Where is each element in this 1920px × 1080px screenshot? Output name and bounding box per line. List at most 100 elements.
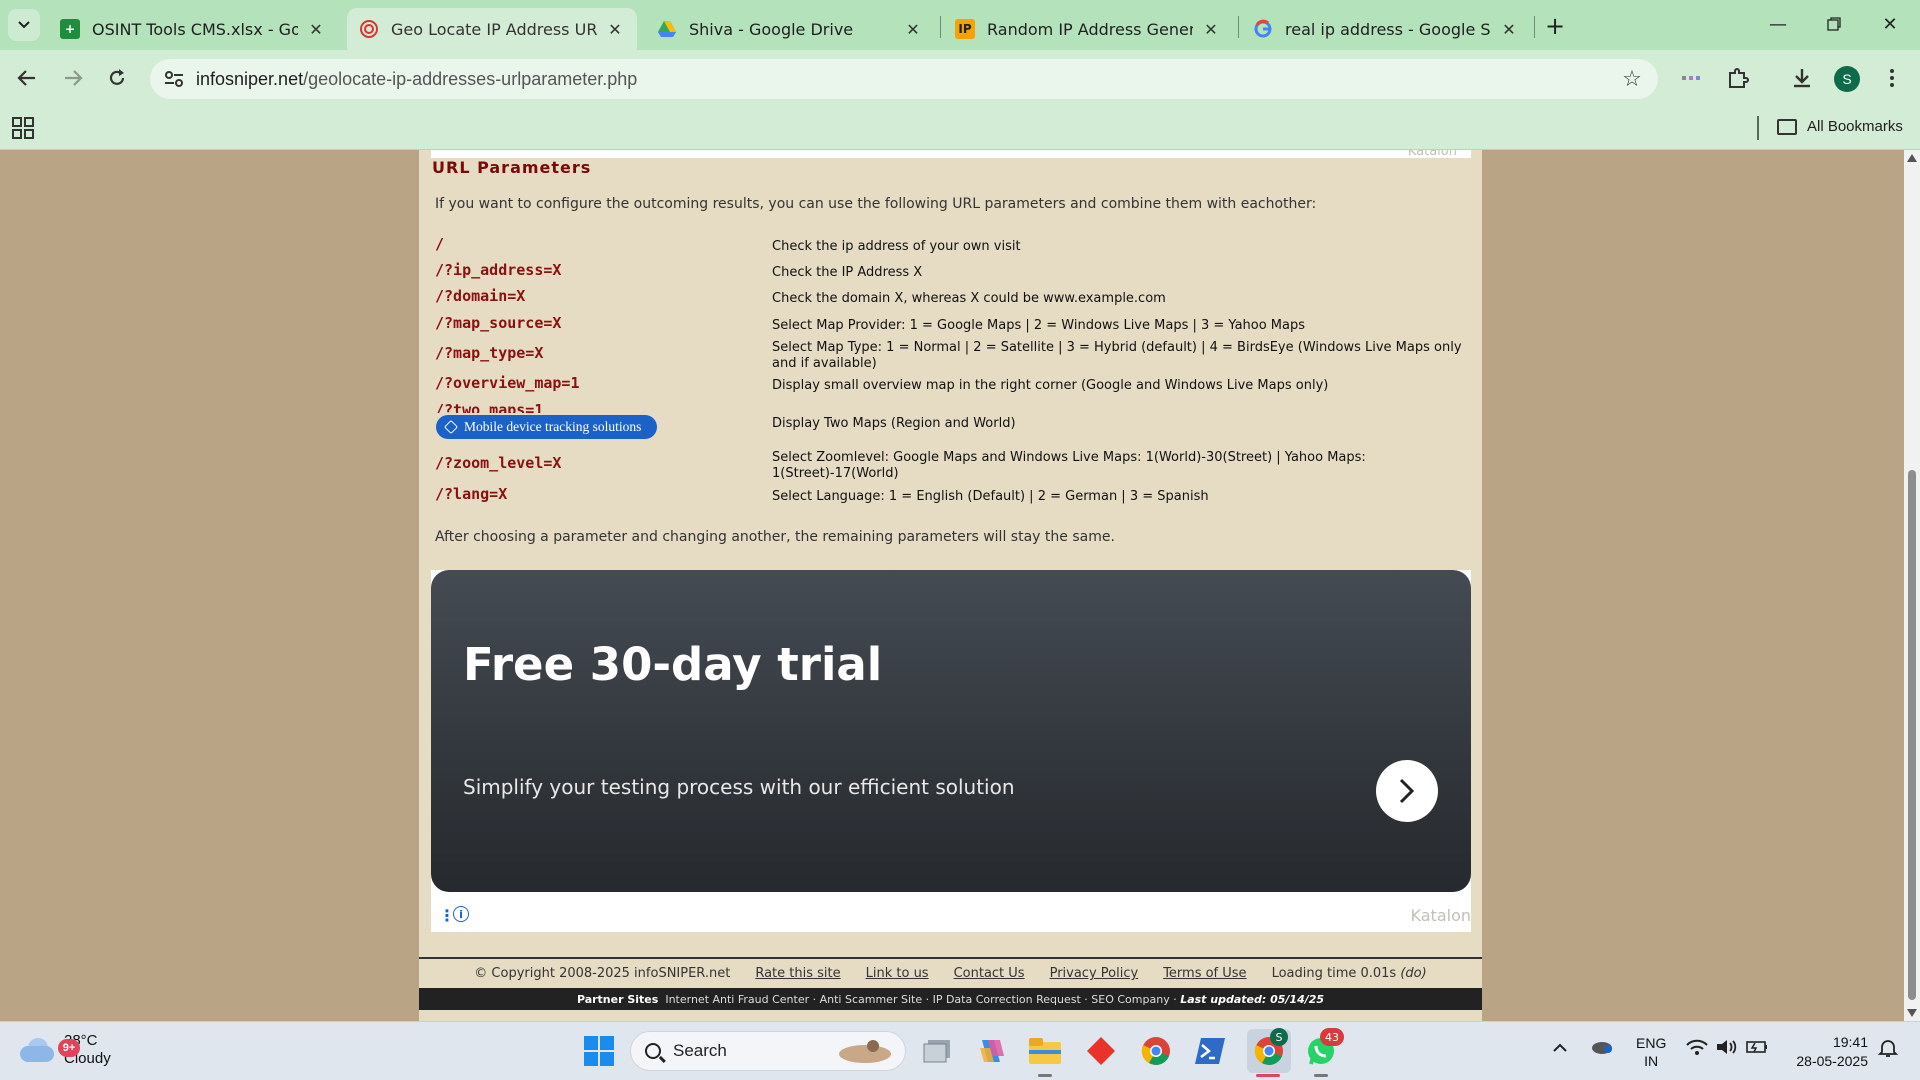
forward-button[interactable]	[56, 61, 90, 95]
footer-link-privacy[interactable]: Privacy Policy	[1050, 966, 1139, 981]
footer-link-link-to-us[interactable]: Link to us	[866, 966, 929, 981]
chevron-right-icon	[1399, 778, 1415, 804]
copyright: © Copyright 2008-2025 infoSNIPER.net	[474, 966, 731, 981]
page-scrollbar[interactable]	[1904, 150, 1920, 1021]
close-window-button[interactable]: ✕	[1862, 0, 1918, 48]
param-name[interactable]: /?two_maps=1	[435, 401, 543, 413]
wifi-icon[interactable]	[1686, 1039, 1708, 1060]
chrome-icon[interactable]	[1137, 1032, 1175, 1070]
tab-geo-locate[interactable]: Geo Locate IP Address URL Para ✕	[347, 8, 637, 50]
running-indicator	[1038, 1074, 1052, 1077]
clock[interactable]: 19:41 28-05-2025	[1786, 1033, 1868, 1071]
close-icon[interactable]: ✕	[605, 19, 625, 39]
mobile-tracking-ad-link[interactable]: Mobile device tracking solutions	[436, 415, 658, 439]
battery-icon[interactable]	[1746, 1040, 1768, 1059]
back-button[interactable]	[10, 61, 44, 95]
menu-kebab-icon[interactable]	[1876, 62, 1908, 94]
extensions-puzzle-icon[interactable]	[1722, 62, 1754, 94]
weather-widget[interactable]: 9+ 28°C Cloudy	[20, 1032, 111, 1068]
address-bar[interactable]: infosniper.net/geolocate-ip-addresses-ur…	[150, 59, 1658, 99]
task-view-icon[interactable]	[918, 1032, 956, 1070]
tab-title: Geo Locate IP Address URL Para	[391, 19, 597, 39]
close-icon[interactable]: ✕	[1499, 19, 1519, 39]
taskbar-search[interactable]: Search	[630, 1031, 906, 1071]
section-title: URL Parameters	[432, 158, 592, 177]
url-domain: infosniper.net	[196, 69, 304, 89]
scrollbar-thumb[interactable]	[1908, 470, 1916, 1000]
extension-icon[interactable]	[1676, 62, 1708, 94]
param-name[interactable]: /?overview_map=1	[435, 374, 580, 392]
page-content: Katalon URL Parameters If you want to co…	[419, 150, 1482, 1021]
restore-icon	[1827, 17, 1841, 31]
tab-google-search[interactable]: real ip address - Google Search ✕	[1241, 8, 1531, 50]
downloads-icon[interactable]	[1786, 62, 1818, 94]
scroll-down-arrow[interactable]	[1907, 1009, 1917, 1017]
footer-link-rate[interactable]: Rate this site	[755, 966, 840, 981]
tab-title: real ip address - Google Search	[1285, 19, 1491, 39]
reload-button[interactable]	[100, 61, 134, 95]
notification-bell-icon[interactable]	[1877, 1038, 1899, 1063]
google-icon	[1253, 19, 1273, 39]
profile-avatar[interactable]: S	[1834, 66, 1860, 92]
footer-link-contact[interactable]: Contact Us	[954, 966, 1025, 981]
tab-osint-tools[interactable]: + OSINT Tools CMS.xlsx - Google ✕	[48, 8, 338, 50]
scroll-up-arrow[interactable]	[1907, 154, 1917, 162]
footer-link-terms[interactable]: Terms of Use	[1163, 966, 1246, 981]
windows-start-icon[interactable]	[580, 1032, 618, 1070]
param-name[interactable]: /?domain=X	[435, 287, 525, 305]
close-icon[interactable]: ✕	[306, 19, 326, 39]
windows-taskbar: 9+ 28°C Cloudy Search S 43 ENG IN 19:41 …	[0, 1021, 1920, 1080]
ad-subtitle: Simplify your testing process with our e…	[463, 775, 1015, 799]
param-name[interactable]: /?ip_address=X	[435, 261, 561, 279]
all-bookmarks-button[interactable]: All Bookmarks	[1777, 118, 1903, 135]
param-name[interactable]: /?map_source=X	[435, 314, 561, 332]
onedrive-icon[interactable]	[1590, 1038, 1614, 1059]
minimize-button[interactable]: —	[1750, 0, 1806, 48]
url-text[interactable]: infosniper.net/geolocate-ip-addresses-ur…	[196, 69, 637, 90]
ad-info-icon[interactable]: i	[453, 906, 469, 922]
tag-icon	[443, 419, 459, 435]
top-ad-brand: Katalon	[1407, 150, 1457, 159]
search-label: Search	[673, 1041, 727, 1060]
close-icon[interactable]: ✕	[1201, 19, 1221, 39]
tab-search-button[interactable]	[8, 9, 40, 41]
apps-grid-icon[interactable]	[12, 117, 36, 141]
ip-icon: IP	[955, 19, 975, 39]
tab-random-ip[interactable]: IP Random IP Address Generator, ✕	[943, 8, 1233, 50]
param-name[interactable]: /	[435, 235, 444, 253]
partner-links[interactable]: Internet Anti Fraud Center · Anti Scamme…	[665, 993, 1176, 1006]
tab-divider	[1238, 16, 1239, 38]
param-name[interactable]: /?map_type=X	[435, 344, 543, 362]
bookmark-star-icon[interactable]: ☆	[1618, 65, 1646, 93]
ad-card[interactable]: Free 30-day trial Simplify your testing …	[431, 570, 1471, 892]
footer-divider	[419, 957, 1482, 959]
ad-pill-label: Mobile device tracking solutions	[464, 419, 642, 434]
katalon-ad: Free 30-day trial Simplify your testing …	[431, 570, 1471, 932]
powershell-icon[interactable]	[1191, 1032, 1229, 1070]
ad-go-button[interactable]	[1376, 760, 1438, 822]
new-tab-button[interactable]: +	[1541, 12, 1569, 40]
volume-icon[interactable]	[1716, 1039, 1738, 1060]
tab-title: OSINT Tools CMS.xlsx - Google	[92, 19, 298, 39]
restore-button[interactable]	[1806, 0, 1862, 48]
tab-google-drive[interactable]: Shiva - Google Drive ✕	[645, 8, 935, 50]
outro-text: After choosing a parameter and changing …	[435, 529, 1115, 545]
infosniper-icon	[359, 19, 379, 39]
site-info-icon[interactable]	[160, 65, 188, 93]
loading-time-text: Loading time 0.01s	[1271, 966, 1397, 981]
bookmarks-divider	[1757, 116, 1759, 140]
file-explorer-icon[interactable]	[1026, 1032, 1064, 1070]
param-description: Check the domain X, whereas X could be w…	[772, 291, 1166, 306]
close-icon[interactable]: ✕	[903, 19, 923, 39]
copilot-icon[interactable]	[972, 1032, 1010, 1070]
param-name[interactable]: /?zoom_level=X	[435, 454, 561, 472]
tray-chevron-up-icon[interactable]	[1552, 1040, 1568, 1058]
partner-sites-bar: Partner Sites Internet Anti Fraud Center…	[419, 988, 1482, 1010]
weather-badge: 9+	[58, 1039, 80, 1057]
param-description: Display small overview map in the right …	[772, 378, 1329, 393]
param-name[interactable]: /?lang=X	[435, 485, 507, 503]
app-red-icon[interactable]	[1082, 1032, 1120, 1070]
bookmarks-bar: All Bookmarks	[0, 108, 1920, 150]
language-indicator[interactable]: ENG IN	[1636, 1034, 1666, 1070]
tab-divider	[1534, 16, 1535, 38]
